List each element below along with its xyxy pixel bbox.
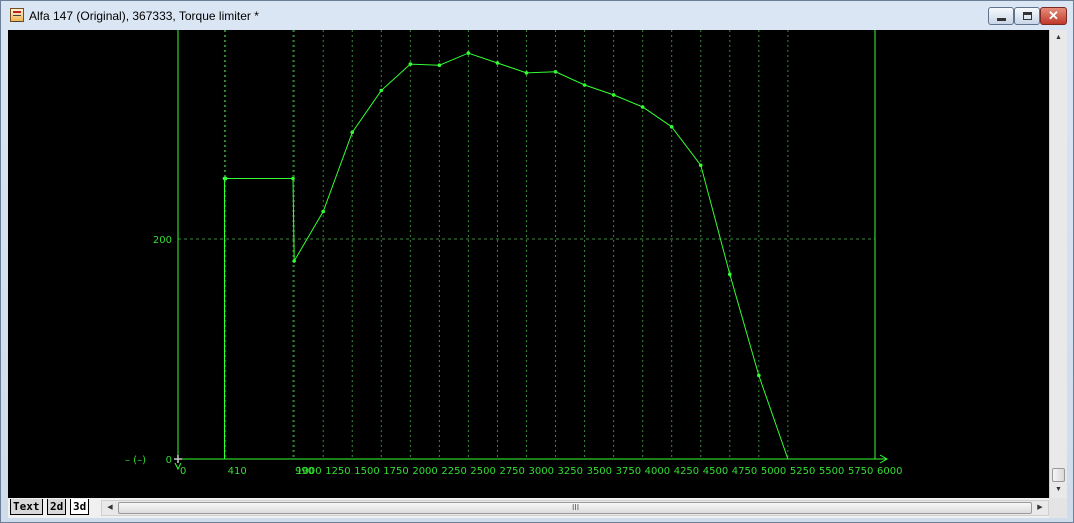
data-point (727, 272, 732, 276)
data-point (757, 373, 761, 378)
x-tick-label: 4750 (732, 466, 757, 477)
size-grip (1049, 498, 1067, 518)
horizontal-scroll-thumb[interactable]: III (118, 502, 1032, 514)
x-tick-label: 6000 (877, 466, 902, 477)
close-button[interactable]: ✕ (1040, 7, 1067, 25)
x-tick-label: 5750 (848, 466, 873, 477)
x-tick-label: 2750 (499, 466, 524, 477)
x-tick-label: 3000 (529, 466, 554, 477)
x-tick-label: 5500 (819, 466, 844, 477)
x-tick-label: 4000 (645, 466, 670, 477)
x-tick-label: 3250 (558, 466, 583, 477)
x-tick-label: 5000 (761, 466, 786, 477)
data-point (291, 176, 295, 181)
data-point (698, 163, 703, 168)
x-tick-label: 4250 (674, 466, 699, 477)
y-axis-unit-label: – (–) (125, 455, 146, 466)
data-point (495, 61, 500, 65)
x-tick-label: 5250 (790, 466, 815, 477)
data-point (379, 88, 384, 93)
scroll-up-icon[interactable]: ▲ (1050, 30, 1067, 46)
maximize-button[interactable] (1014, 7, 1040, 25)
chart-canvas[interactable]: 0 410 9901000 1250 1500 1750 2000 2250 2500 2750 3… (8, 30, 1049, 498)
tab-3d[interactable]: 3d (70, 499, 90, 515)
map-sheet-icon[interactable] (10, 8, 24, 22)
x-tick-label: 3500 (587, 466, 612, 477)
maximize-icon (1023, 12, 1032, 20)
y-tick-label: 0 (166, 455, 172, 466)
x-tick-label: 4500 (703, 466, 728, 477)
vertical-scroll-thumb[interactable] (1052, 468, 1065, 482)
view-tabs: Text 2d 3d (8, 498, 108, 518)
x-tick-label: 1750 (383, 466, 408, 477)
scroll-left-icon[interactable]: ◀ (102, 501, 118, 515)
x-tick-label: 1250 (325, 466, 350, 477)
torque-curve-line (224, 52, 789, 460)
data-point (223, 176, 228, 181)
vertical-scrollbar[interactable]: ▲ ▼ (1049, 30, 1067, 498)
y-tick-label: 200 (153, 235, 172, 246)
origin-marker (174, 455, 182, 463)
x-tick-label: 2000 (412, 466, 437, 477)
close-icon: ✕ (1048, 8, 1059, 23)
data-point (669, 125, 674, 129)
data-point (321, 209, 326, 214)
data-point (437, 63, 442, 67)
data-point (292, 259, 296, 263)
data-point (466, 51, 471, 55)
x-tick-label: 2500 (470, 466, 495, 477)
x-tick-label: 1000 (296, 466, 321, 477)
scroll-grip-icon: III (572, 503, 580, 512)
data-point (611, 93, 616, 97)
data-point (553, 70, 558, 74)
data-point (640, 105, 645, 109)
horizontal-scrollbar[interactable]: ◀ III ▶ (101, 500, 1049, 516)
data-point (408, 62, 413, 66)
x-tick-label: 1500 (354, 466, 379, 477)
x-tick-label: 2250 (441, 466, 466, 477)
x-tick-label: 0 (180, 466, 186, 477)
x-tick-label: 3750 (616, 466, 641, 477)
x-tick-label: 410 (228, 466, 247, 477)
application-window: Alfa 147 (Original), 367333, Torque limi… (0, 0, 1074, 523)
title-bar[interactable]: Alfa 147 (Original), 367333, Torque limi… (1, 1, 1073, 29)
view-tab-bar: Text 2d 3d ◀ III ▶ (8, 498, 1067, 518)
scroll-right-icon[interactable]: ▶ (1032, 501, 1048, 515)
tab-text[interactable]: Text (10, 499, 43, 515)
data-point (582, 83, 587, 87)
data-point (350, 130, 355, 135)
minimize-button[interactable] (988, 7, 1014, 25)
scroll-down-icon[interactable]: ▼ (1050, 482, 1067, 498)
tab-2d[interactable]: 2d (47, 499, 67, 515)
window-title: Alfa 147 (Original), 367333, Torque limi… (29, 9, 259, 23)
data-point (524, 71, 529, 75)
torque-limiter-plot[interactable]: 0 410 990 1000 1250 1500 1750 2000 2250 2500 2750 3… (8, 30, 1049, 498)
map-editor-area: 0 410 990 1000 1250 1500 1750 2000 2250 2500 2750 3… (8, 30, 1067, 518)
minimize-icon (997, 18, 1006, 21)
